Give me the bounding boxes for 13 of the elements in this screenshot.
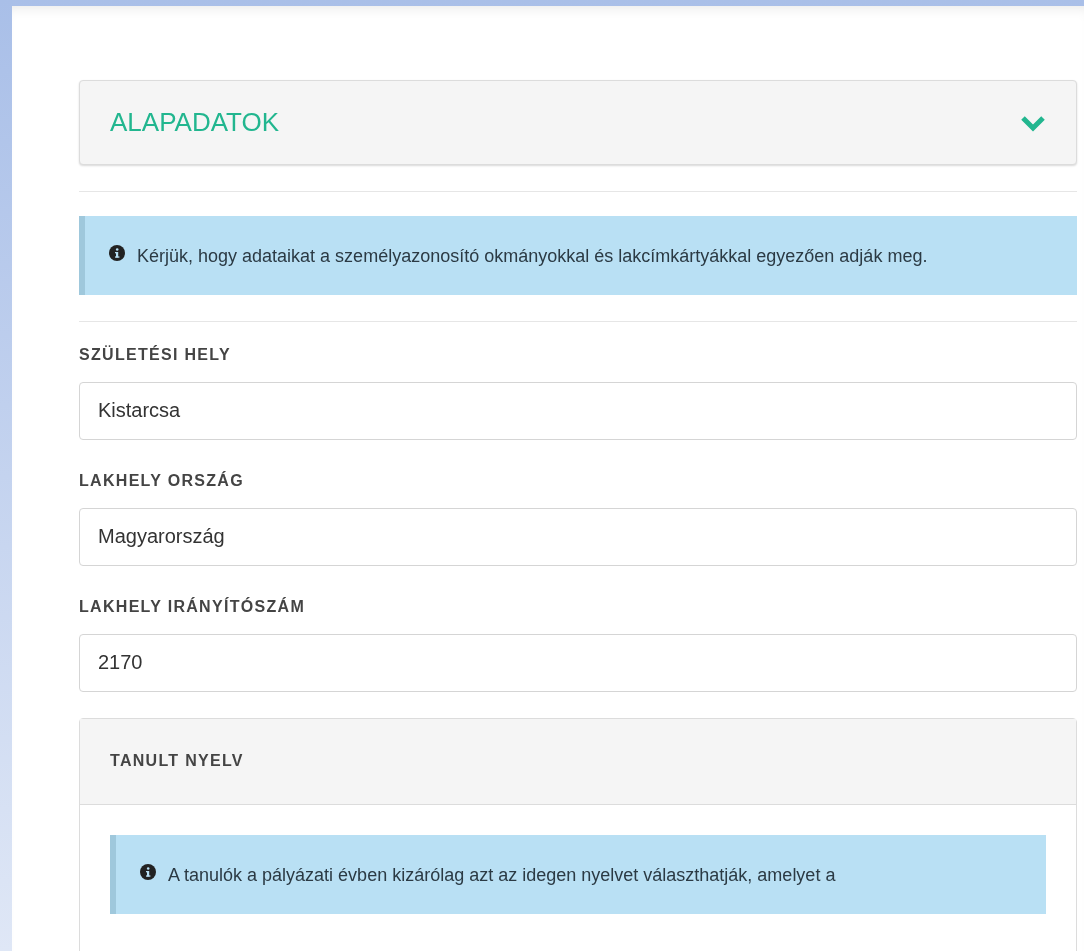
field-label: SZÜLETÉSI HELY — [79, 345, 232, 364]
input-field[interactable]: Kistarcsa — [79, 381, 1077, 440]
notice-text: A tanulók a pályázati évben kizárólag azt az idegen nyelvet választhatják, amelyet a — [168, 863, 836, 887]
field-label: LAKHELY IRÁNYÍTÓSZÁM — [79, 597, 306, 616]
notice-text: Kérjük, hogy adataikat a személyazonosító okmányokkal és lakcímkártyákkal egyezően adják meg. — [137, 245, 928, 268]
section-title: ALAPADATOK — [110, 107, 280, 138]
chevron-down-icon[interactable] — [1020, 113, 1046, 132]
info-icon — [140, 863, 156, 880]
input-field[interactable]: Magyarország — [79, 507, 1077, 566]
info-icon — [109, 245, 125, 261]
field-label: LAKHELY ORSZÁG — [79, 471, 245, 490]
input-field[interactable]: 2170 — [79, 633, 1077, 692]
panel-title: TANULT NYELV — [110, 752, 244, 771]
